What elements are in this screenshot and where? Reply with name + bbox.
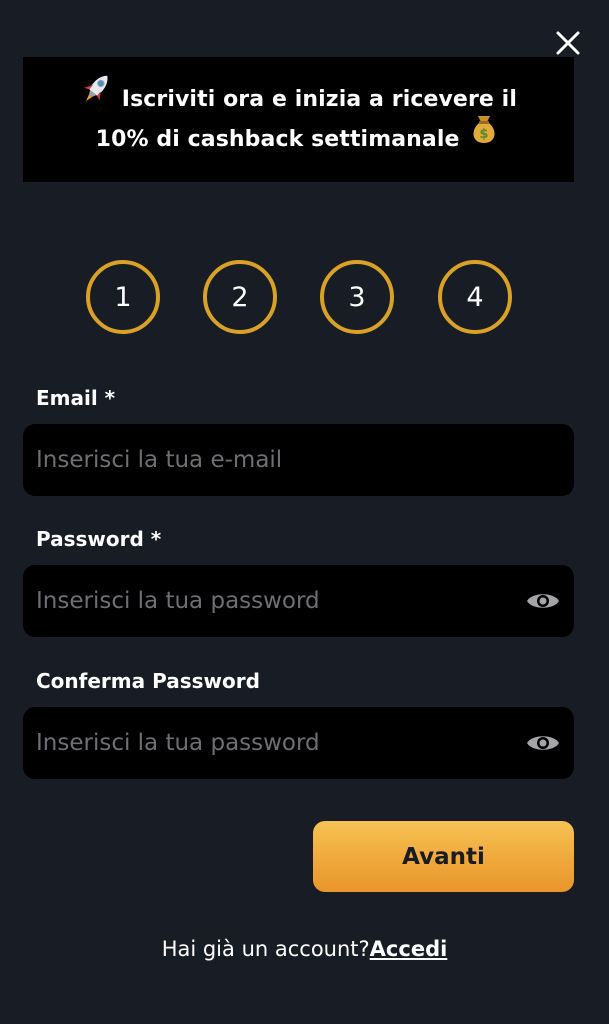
banner-text-1: Iscriviti ora e inizia a ricevere il	[121, 86, 517, 112]
password-label: Password *	[36, 527, 162, 551]
login-link[interactable]: Accedi	[370, 937, 448, 961]
svg-text:$: $	[480, 127, 489, 142]
step-1: 1	[86, 260, 160, 334]
close-icon	[556, 31, 580, 55]
rocket-icon	[80, 70, 114, 120]
step-2: 2	[203, 260, 277, 334]
show-password-toggle[interactable]	[526, 590, 560, 612]
close-button[interactable]	[552, 27, 584, 59]
eye-icon	[527, 594, 559, 608]
email-input[interactable]	[36, 424, 506, 496]
confirm-password-field	[23, 707, 574, 779]
banner-line-1: Iscriviti ora e inizia a ricevere il	[80, 75, 517, 120]
banner-line-2: 10% di cashback settimanale $	[95, 115, 502, 160]
banner-text-2: 10% di cashback settimanale	[95, 126, 460, 152]
password-input[interactable]	[36, 565, 506, 637]
login-prompt-text: Hai già un account?	[161, 937, 370, 961]
eye-icon	[527, 736, 559, 750]
password-field	[23, 565, 574, 637]
step-3: 3	[320, 260, 394, 334]
login-prompt: Hai già un account?Accedi	[0, 937, 609, 961]
show-confirm-password-toggle[interactable]	[526, 732, 560, 754]
step-4: 4	[438, 260, 512, 334]
confirm-password-label: Conferma Password	[36, 669, 260, 693]
next-button[interactable]: Avanti	[313, 821, 574, 892]
promo-banner: Iscriviti ora e inizia a ricevere il 10%…	[23, 57, 574, 182]
confirm-password-input[interactable]	[36, 707, 506, 779]
step-indicator: 1 2 3 4	[0, 260, 609, 334]
email-field	[23, 424, 574, 496]
email-label: Email *	[36, 386, 116, 410]
money-bag-icon: $	[467, 110, 501, 160]
